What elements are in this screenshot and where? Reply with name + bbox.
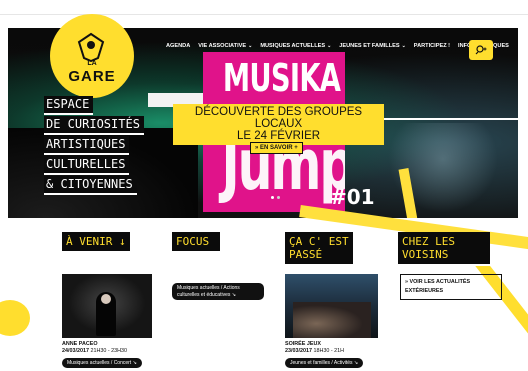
tagline-line: & CITOYENNES bbox=[44, 176, 137, 195]
event-date: 23/03/2017 bbox=[285, 348, 312, 354]
poster-number: #01 bbox=[330, 185, 375, 209]
hero-announcement: DÉCOUVERTE DES GROUPES LOCAUX LE 24 FÉVR… bbox=[173, 104, 384, 145]
section-ca-cest-passe: ÇA C' EST PASSÉ bbox=[285, 232, 397, 266]
chevron-down-icon: ⌄ bbox=[248, 43, 253, 49]
hero-tagline: ESPACE DE CURIOSITÉS ARTISTIQUES CULTURE… bbox=[44, 96, 144, 196]
announcement-line-2: LE 24 FÉVRIER bbox=[236, 130, 321, 142]
search-button[interactable] bbox=[469, 40, 493, 60]
event-crowd bbox=[293, 302, 371, 338]
search-icon bbox=[475, 45, 487, 55]
site-logo[interactable]: LA GARE bbox=[50, 14, 134, 98]
tagline-line: ESPACE bbox=[44, 96, 94, 115]
announcement-line-1: DÉCOUVERTE DES GROUPES LOCAUX bbox=[194, 106, 363, 130]
logo-la: LA bbox=[87, 60, 97, 67]
tagline-line: ARTISTIQUES bbox=[44, 136, 130, 155]
browser-top-strip bbox=[0, 0, 528, 15]
poster-title: MUSIKA bbox=[222, 56, 341, 100]
section-heading: CHEZ LES VOISINS bbox=[398, 232, 490, 266]
section-focus: FOCUS bbox=[172, 232, 284, 253]
focus-category-tag[interactable]: Musiques actuelles / Actions culturelles… bbox=[172, 283, 264, 300]
performer-face bbox=[101, 294, 111, 304]
tagline-line: DE CURIOSITÉS bbox=[44, 116, 144, 135]
event-datetime: 24/03/2017 21H30 - 23H30 bbox=[62, 348, 127, 355]
voir-actualites-link[interactable]: » VOIR LES ACTUALITÉS EXTÉRIEURES bbox=[400, 274, 502, 300]
tagline-line: CULTURELLES bbox=[44, 156, 130, 175]
section-heading: ÇA C' EST PASSÉ bbox=[285, 232, 353, 266]
decor-yellow-circle bbox=[0, 300, 30, 336]
event-title[interactable]: SOIRÉE JEUX bbox=[285, 341, 321, 348]
nav-item-agenda[interactable]: AGENDA bbox=[166, 43, 190, 49]
nav-item-musiques-actuelles[interactable]: MUSIQUES ACTUELLES ⌄ bbox=[260, 43, 331, 49]
section-heading: FOCUS bbox=[172, 232, 220, 253]
nav-label: PARTICIPEZ ! bbox=[413, 43, 451, 49]
section-heading: À VENIR ↓ bbox=[62, 232, 130, 253]
event-thumbnail[interactable] bbox=[62, 274, 152, 338]
en-savoir-plus-button[interactable]: » EN SAVOIR + bbox=[250, 142, 303, 154]
event-time: 18H30 - 21H bbox=[313, 348, 345, 354]
carousel-dot[interactable] bbox=[271, 196, 274, 199]
nav-label: VIE ASSOCIATIVE bbox=[198, 43, 247, 49]
event-time: 21H30 - 23H30 bbox=[90, 348, 128, 354]
nav-label: AGENDA bbox=[166, 43, 191, 49]
event-category-tag[interactable]: Musiques actuelles / Concert ↘ bbox=[62, 358, 142, 368]
nav-item-vie-associative[interactable]: VIE ASSOCIATIVE ⌄ bbox=[198, 43, 252, 49]
event-title[interactable]: ANNE PACEO bbox=[62, 341, 98, 348]
chevron-down-icon: ⌄ bbox=[401, 43, 406, 49]
section-chez-les-voisins: CHEZ LES VOISINS bbox=[398, 232, 510, 266]
event-thumbnail[interactable] bbox=[285, 274, 378, 338]
chevron-down-icon: ⌄ bbox=[327, 43, 332, 49]
main-nav: AGENDA VIE ASSOCIATIVE ⌄ MUSIQUES ACTUELL… bbox=[166, 40, 509, 52]
logo-gare: GARE bbox=[68, 68, 116, 85]
nav-item-participez[interactable]: PARTICIPEZ ! bbox=[414, 43, 450, 49]
nav-item-jeunes-et-familles[interactable]: JEUNES ET FAMILLES ⌄ bbox=[339, 43, 406, 49]
carousel-dot[interactable] bbox=[277, 196, 280, 199]
event-date: 24/03/2017 bbox=[62, 348, 89, 354]
event-category-tag[interactable]: Jeunes et familles / Activités ↘ bbox=[285, 358, 364, 368]
carousel-dots bbox=[271, 196, 280, 199]
nav-label: MUSIQUES ACTUELLES bbox=[260, 43, 326, 49]
section-a-venir: À VENIR ↓ bbox=[62, 232, 174, 253]
map-pin-icon bbox=[77, 32, 105, 62]
nav-label: JEUNES ET FAMILLES bbox=[339, 43, 400, 49]
event-datetime: 23/03/2017 18H30 - 21H bbox=[285, 348, 344, 355]
